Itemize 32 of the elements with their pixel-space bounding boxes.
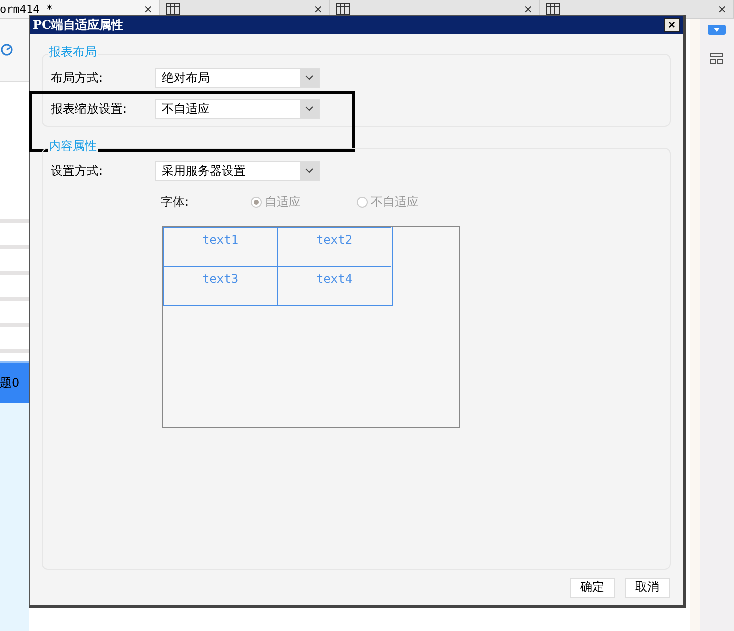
cancel-button[interactable]: 取消	[625, 578, 670, 598]
chevron-down-icon	[305, 75, 314, 81]
preview-cell: text1	[163, 227, 277, 266]
ok-button[interactable]: 确定	[570, 578, 615, 598]
close-button[interactable]: ×	[664, 18, 680, 32]
field-label: 报表缩放设置:	[51, 100, 128, 118]
close-icon[interactable]: ×	[144, 2, 153, 16]
group-title: 报表布局	[48, 44, 98, 61]
dropdown-field[interactable]: 不自适应	[155, 99, 320, 119]
group-title: 内容属性	[48, 138, 98, 155]
grid-icon	[166, 3, 180, 15]
chevron-down-icon	[305, 168, 314, 174]
preview-cell: text2	[277, 227, 391, 266]
preview-cell: text4	[277, 266, 391, 305]
layout-icon[interactable]	[710, 53, 724, 65]
close-icon[interactable]: ×	[718, 2, 727, 16]
field-label: 设置方式:	[51, 162, 104, 180]
dropdown-field[interactable]: 绝对布局	[155, 68, 320, 88]
chevron-down-icon	[305, 106, 314, 112]
field-label: 字体:	[161, 194, 190, 211]
sheet-row[interactable]: 题0	[0, 361, 29, 403]
preview-cell: text3	[163, 266, 277, 305]
caret-icon	[714, 28, 720, 32]
grid-icon	[546, 3, 560, 15]
gauge-icon[interactable]	[1, 44, 13, 56]
close-icon[interactable]: ×	[314, 2, 323, 16]
window-title: PC端自适应属性	[33, 16, 124, 34]
grid-icon	[336, 3, 350, 15]
dropdown-field[interactable]: 采用服务器设置	[155, 161, 320, 181]
field-label: 布局方式:	[51, 70, 104, 86]
close-icon[interactable]: ×	[524, 2, 533, 16]
dropdown-button[interactable]	[708, 25, 726, 35]
